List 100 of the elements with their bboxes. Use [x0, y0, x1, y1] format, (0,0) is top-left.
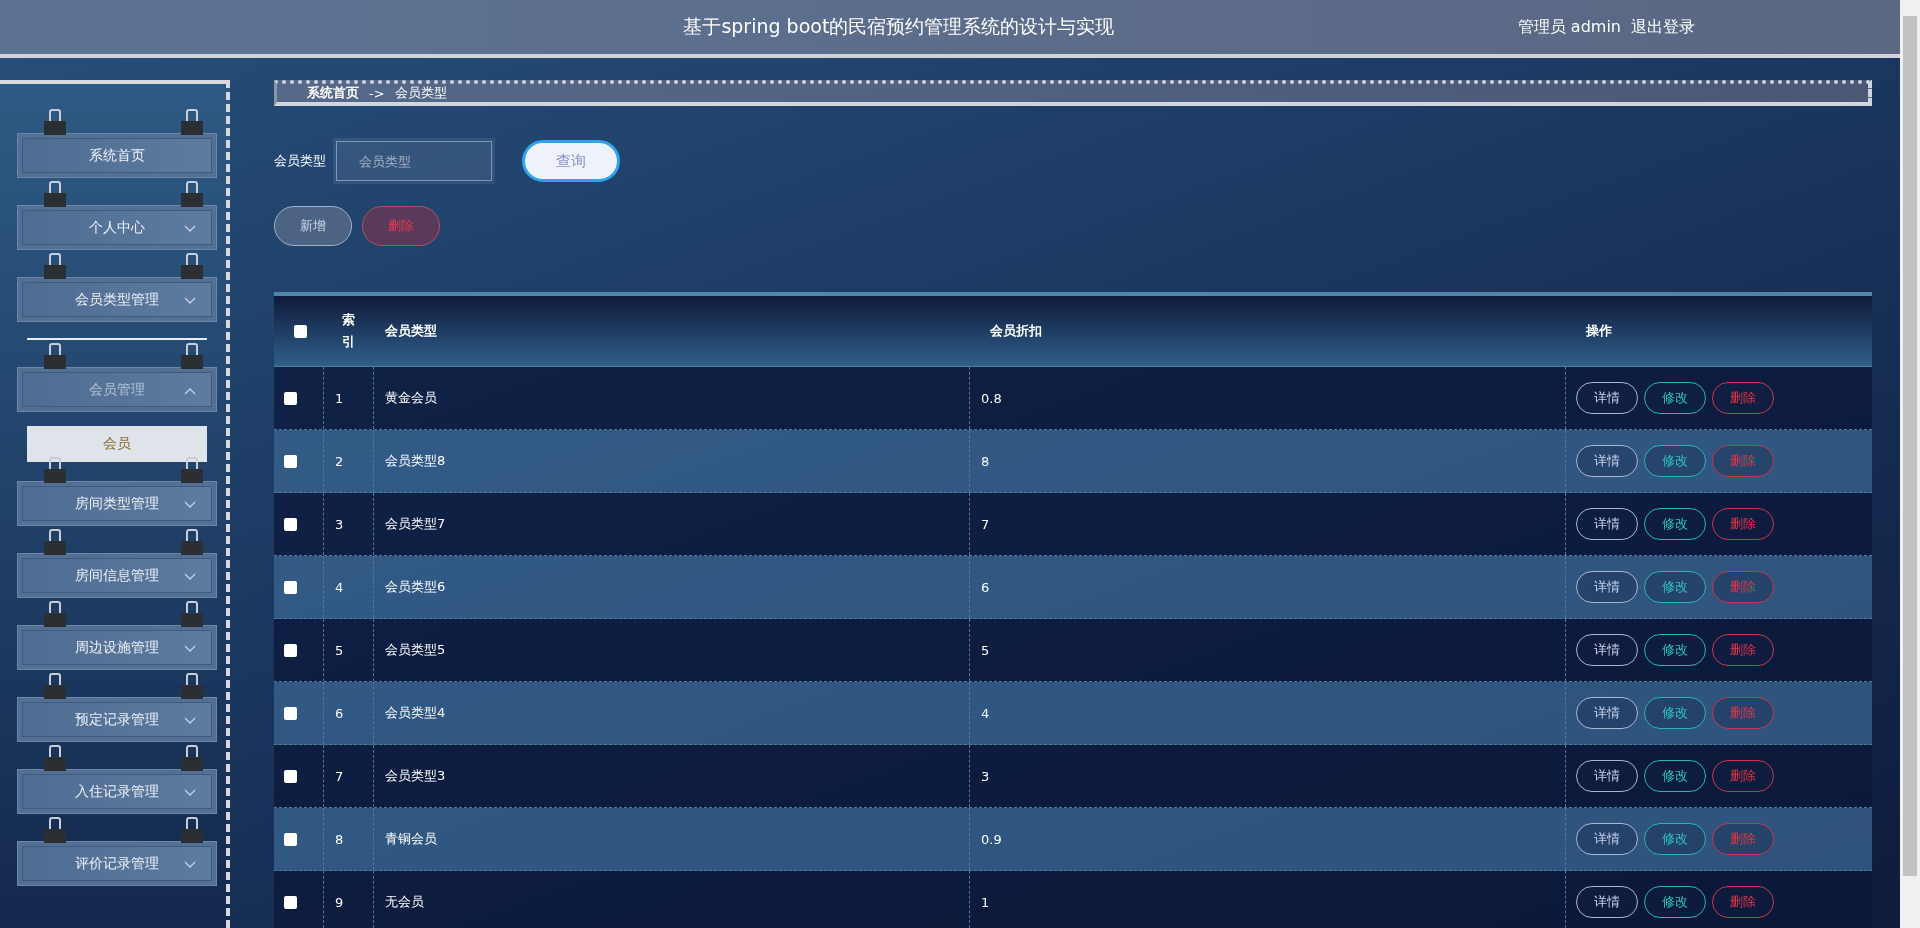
- binder-clip-icon: [180, 529, 204, 557]
- binder-clip-icon: [43, 253, 67, 281]
- binder-clip-icon: [180, 601, 204, 629]
- row-checkbox[interactable]: [284, 895, 297, 909]
- table-cell: 会员类型8: [385, 452, 446, 470]
- table-cell: 8: [335, 831, 344, 847]
- binder-clip-icon: [180, 253, 204, 281]
- delete-button[interactable]: 删除: [362, 206, 440, 246]
- table-cell: 0.9: [981, 831, 1002, 847]
- table-cell: 4: [981, 705, 990, 721]
- table-cell: 会员类型4: [385, 704, 446, 722]
- delete-button[interactable]: 删除: [1712, 886, 1774, 918]
- row-checkbox[interactable]: [284, 454, 297, 468]
- menu-item[interactable]: 房间类型管理: [17, 481, 217, 526]
- delete-button[interactable]: 删除: [1712, 382, 1774, 414]
- row-checkbox[interactable]: [284, 580, 297, 594]
- menu-item[interactable]: 系统首页: [17, 133, 217, 178]
- detail-button[interactable]: 详情: [1576, 445, 1638, 477]
- binder-clip-icon: [180, 457, 204, 485]
- search-button[interactable]: 查询: [522, 140, 620, 182]
- table-cell: 3: [335, 516, 344, 532]
- table-cell: 4: [335, 579, 344, 595]
- binder-clip-icon: [180, 343, 204, 371]
- breadcrumb-home-link[interactable]: 系统首页: [307, 84, 359, 102]
- edit-button[interactable]: 修改: [1644, 508, 1706, 540]
- table-cell: 1: [981, 894, 990, 910]
- table-cell: 9: [335, 894, 344, 910]
- table-cell: 青铜会员: [385, 830, 437, 848]
- search-label: 会员类型: [274, 152, 326, 170]
- menu-item[interactable]: 会员类型管理: [17, 277, 217, 322]
- binder-clip-icon: [180, 181, 204, 209]
- binder-clip-icon: [43, 601, 67, 629]
- menu-item[interactable]: 预定记录管理: [17, 697, 217, 742]
- row-checkbox[interactable]: [284, 643, 297, 657]
- delete-button[interactable]: 删除: [1712, 571, 1774, 603]
- logout-link[interactable]: 退出登录: [1631, 16, 1695, 38]
- table-cell: 7: [981, 516, 990, 532]
- detail-button[interactable]: 详情: [1576, 886, 1638, 918]
- table-cell: 0.8: [981, 390, 1002, 406]
- edit-button[interactable]: 修改: [1644, 382, 1706, 414]
- edit-button[interactable]: 修改: [1644, 886, 1706, 918]
- table-cell: 无会员: [385, 893, 424, 911]
- delete-button[interactable]: 删除: [1712, 445, 1774, 477]
- edit-button[interactable]: 修改: [1644, 823, 1706, 855]
- edit-button[interactable]: 修改: [1644, 571, 1706, 603]
- select-all-checkbox[interactable]: [294, 324, 307, 338]
- detail-button[interactable]: 详情: [1576, 760, 1638, 792]
- scrollbar[interactable]: [1900, 0, 1920, 928]
- delete-button[interactable]: 删除: [1712, 823, 1774, 855]
- menu-item[interactable]: 周边设施管理: [17, 625, 217, 670]
- binder-clip-icon: [43, 109, 67, 137]
- menu-item[interactable]: 会员管理: [17, 367, 217, 412]
- table-cell: 黄金会员: [385, 389, 437, 407]
- menu-item[interactable]: 房间信息管理: [17, 553, 217, 598]
- column-header: 索引: [341, 311, 356, 351]
- binder-clip-icon: [43, 181, 67, 209]
- detail-button[interactable]: 详情: [1576, 823, 1638, 855]
- menu-item[interactable]: 入住记录管理: [17, 769, 217, 814]
- table-cell: 会员类型3: [385, 767, 446, 785]
- edit-button[interactable]: 修改: [1644, 697, 1706, 729]
- binder-clip-icon: [43, 673, 67, 701]
- delete-button[interactable]: 删除: [1712, 760, 1774, 792]
- delete-button[interactable]: 删除: [1712, 697, 1774, 729]
- column-header: 会员类型: [384, 322, 438, 340]
- binder-clip-icon: [43, 457, 67, 485]
- detail-button[interactable]: 详情: [1576, 697, 1638, 729]
- row-checkbox[interactable]: [284, 391, 297, 405]
- row-checkbox[interactable]: [284, 832, 297, 846]
- detail-button[interactable]: 详情: [1576, 382, 1638, 414]
- column-header: 操作: [1585, 322, 1613, 340]
- delete-button[interactable]: 删除: [1712, 634, 1774, 666]
- delete-button[interactable]: 删除: [1712, 508, 1774, 540]
- row-checkbox[interactable]: [284, 769, 297, 783]
- table-cell: 8: [981, 453, 990, 469]
- table-cell: 6: [981, 579, 990, 595]
- breadcrumb-separator: ->: [369, 85, 385, 101]
- column-header: 会员折扣: [989, 322, 1043, 340]
- table-cell: 2: [335, 453, 344, 469]
- detail-button[interactable]: 详情: [1576, 508, 1638, 540]
- table-cell: 5: [335, 642, 344, 658]
- system-title: 基于spring boot的民宿预约管理系统的设计与实现: [682, 14, 1116, 39]
- submenu-item[interactable]: 会员: [27, 426, 207, 462]
- detail-button[interactable]: 详情: [1576, 571, 1638, 603]
- row-checkbox[interactable]: [284, 706, 297, 720]
- table-cell: 会员类型6: [385, 578, 446, 596]
- row-checkbox[interactable]: [284, 517, 297, 531]
- menu-item[interactable]: 评价记录管理: [17, 841, 217, 886]
- binder-clip-icon: [43, 817, 67, 845]
- binder-clip-icon: [180, 745, 204, 773]
- binder-clip-icon: [180, 673, 204, 701]
- edit-button[interactable]: 修改: [1644, 634, 1706, 666]
- edit-button[interactable]: 修改: [1644, 760, 1706, 792]
- breadcrumb-current: 会员类型: [394, 84, 447, 102]
- edit-button[interactable]: 修改: [1644, 445, 1706, 477]
- table-cell: 7: [335, 768, 344, 784]
- search-field[interactable]: 会员类型: [336, 141, 492, 181]
- detail-button[interactable]: 详情: [1576, 634, 1638, 666]
- menu-item[interactable]: 个人中心: [17, 205, 217, 250]
- binder-clip-icon: [43, 745, 67, 773]
- add-button[interactable]: 新增: [274, 206, 352, 246]
